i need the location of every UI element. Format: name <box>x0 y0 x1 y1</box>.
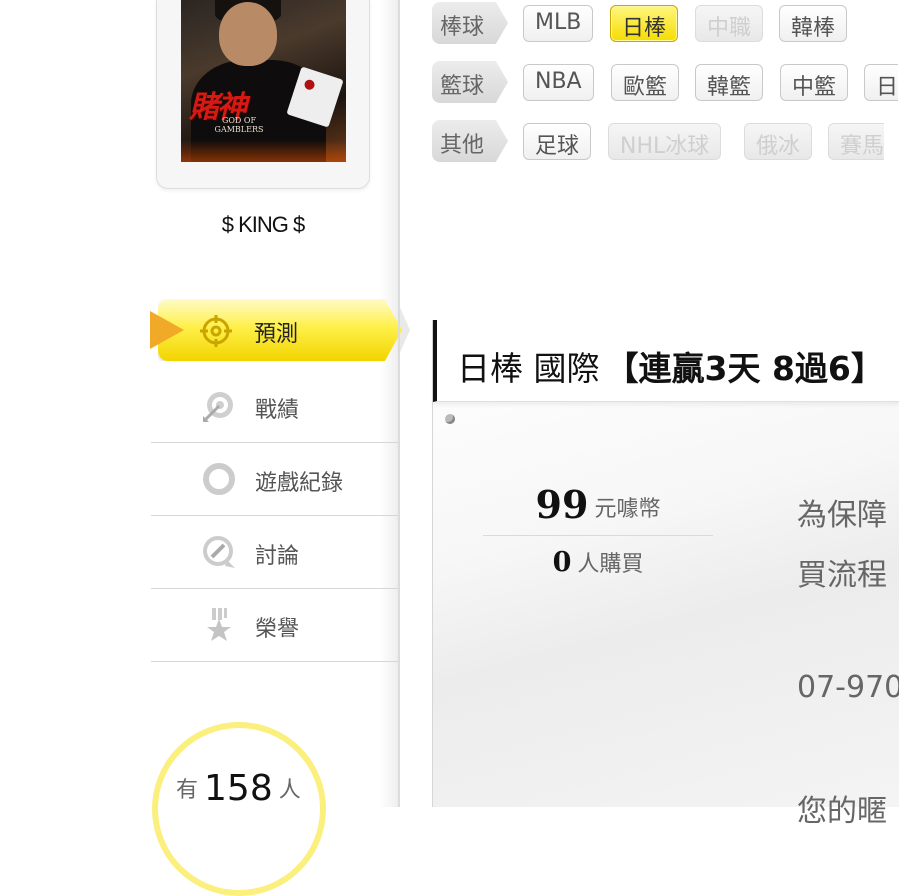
menu-item-discussion[interactable]: 討論 <box>151 516 398 589</box>
tag-mlb[interactable]: MLB <box>523 5 594 42</box>
tag-china-basketball[interactable]: 中籃 <box>780 64 849 101</box>
tag-npb[interactable]: 日棒 <box>610 5 679 42</box>
menu-label-game-log: 遊戲紀錄 <box>255 471 344 496</box>
menu-item-honor[interactable]: 榮譽 <box>151 589 398 662</box>
menu-label-discussion: 討論 <box>255 544 300 569</box>
tag-euro-basketball[interactable]: 歐籃 <box>611 64 680 101</box>
menu-label-predict: 預測 <box>254 322 299 347</box>
buyer-count: 0 人購買 <box>483 536 713 578</box>
viewer-suffix: 人 <box>278 778 301 803</box>
viewer-number: 158 <box>204 768 273 809</box>
league-name: 日棒 國際 <box>457 349 600 388</box>
category-baseball: 棒球 <box>432 2 508 44</box>
tag-kbo[interactable]: 韓棒 <box>779 5 848 42</box>
username: $ KING $ <box>221 212 305 237</box>
page-title: 日棒 國際 【連贏3天 8過6】 <box>457 342 884 390</box>
tag-horse-racing[interactable]: 賽馬 <box>828 123 885 160</box>
category-other: 其他 <box>432 120 508 162</box>
profile-card: 賭神 GOD OF GAMBLERS <box>156 0 370 189</box>
sidebar: 賭神 GOD OF GAMBLERS $ KING $ 預測 戰績 遊戲紀錄 討… <box>0 0 410 896</box>
pin-icon <box>445 414 455 424</box>
notice-line-1: 為保障 <box>797 498 887 533</box>
price-unit: 元噱幣 <box>594 497 661 522</box>
menu-item-record[interactable]: 戰績 <box>151 370 398 443</box>
medal-icon <box>201 607 237 643</box>
tag-khl[interactable]: 俄冰 <box>744 123 813 160</box>
tag-soccer[interactable]: 足球 <box>523 123 592 160</box>
tag-korea-basketball[interactable]: 韓籃 <box>695 64 764 101</box>
ring-icon <box>201 461 237 497</box>
category-label: 其他 <box>440 133 485 158</box>
category-label: 棒球 <box>440 15 485 40</box>
poster-subtitle: GOD OF GAMBLERS <box>214 116 264 134</box>
crosshair-icon <box>198 313 234 349</box>
target-arrow-icon <box>201 388 237 424</box>
service-phone: 07-970 <box>797 670 899 705</box>
notice-line-2: 買流程 <box>797 558 887 593</box>
viewer-count: 有 158 人 <box>176 765 301 809</box>
menu-label-honor: 榮譽 <box>255 617 300 642</box>
category-label: 籃球 <box>440 74 485 99</box>
menu-label-record: 戰績 <box>255 398 300 423</box>
category-basketball: 籃球 <box>432 61 508 103</box>
tag-nhl[interactable]: NHL冰球 <box>608 123 722 160</box>
menu-item-predict[interactable]: 預測 <box>150 291 416 369</box>
price-value: 99 <box>535 482 589 527</box>
tag-nba[interactable]: NBA <box>523 64 594 101</box>
avatar[interactable]: 賭神 GOD OF GAMBLERS <box>181 0 346 162</box>
tag-japan-basketball[interactable]: 日 <box>864 64 899 101</box>
price: 99 元噱幣 <box>483 480 713 536</box>
viewer-prefix: 有 <box>176 778 199 803</box>
tag-cpbl[interactable]: 中職 <box>695 5 764 42</box>
menu-item-game-log[interactable]: 遊戲紀錄 <box>151 443 398 516</box>
chat-edit-icon <box>201 534 237 570</box>
buyer-unit: 人購買 <box>577 552 644 577</box>
prediction-panel: 日棒 國際 【連贏3天 8過6】 99 元噱幣 0 人購買 為保障 買流程 07-97… <box>432 320 899 829</box>
panel-header: 日棒 國際 【連贏3天 8過6】 <box>433 320 899 402</box>
price-box: 99 元噱幣 0 人購買 <box>483 480 713 578</box>
notice-line-3: 您的暱 <box>797 794 887 829</box>
buyer-value: 0 <box>552 547 572 578</box>
viewer-ring <box>152 722 326 896</box>
win-streak: 【連贏3天 8過6】 <box>605 349 884 388</box>
